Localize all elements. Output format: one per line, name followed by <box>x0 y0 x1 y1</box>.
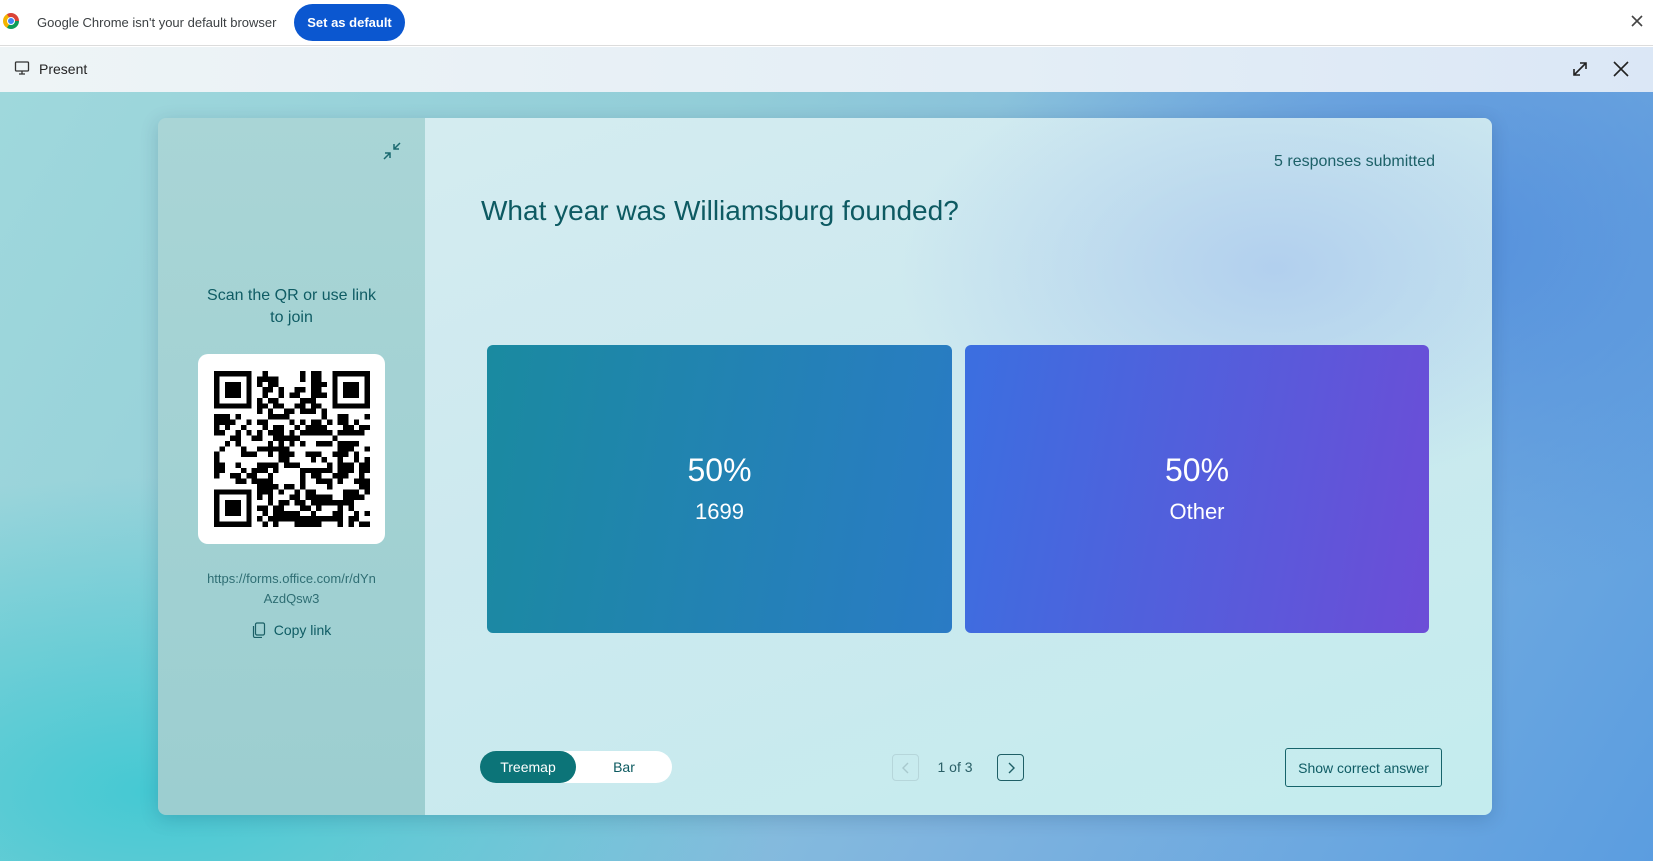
view-toggle: Treemap Bar <box>480 751 672 783</box>
scan-instructions: Scan the QR or use link to join <box>158 285 425 329</box>
copy-link-label: Copy link <box>273 622 332 638</box>
chrome-logo-icon <box>3 13 19 29</box>
results-card: Scan the QR or use link to join https://… <box>158 118 1492 815</box>
present-icon <box>14 60 30 76</box>
responses-count: 5 responses submitted <box>1274 153 1435 170</box>
present-label: Present <box>39 61 88 77</box>
scan-text-line1: Scan the QR or use link <box>207 287 376 304</box>
question-title: What year was Williamsburg founded? <box>481 195 959 226</box>
qr-modules <box>213 371 370 527</box>
copy-icon <box>252 622 266 639</box>
previous-page-button[interactable] <box>892 754 919 781</box>
qr-code <box>198 354 385 544</box>
page-indicator: 1 of 3 <box>937 759 973 775</box>
tile-percent: 50% <box>687 452 752 488</box>
infobar-close-icon[interactable] <box>1628 12 1646 30</box>
treemap-tile-other: 50% Other <box>965 345 1429 633</box>
close-present-icon[interactable] <box>1611 59 1631 79</box>
tile-label: Other <box>1169 499 1225 524</box>
chevron-left-icon <box>901 762 908 773</box>
join-panel: Scan the QR or use link to join https://… <box>158 118 425 815</box>
treemap-toggle-button[interactable]: Treemap <box>480 751 576 783</box>
tile-percent: 50% <box>1164 452 1230 488</box>
next-page-button[interactable] <box>997 754 1024 781</box>
join-link[interactable]: https://forms.office.com/r/dYn AzdQsw3 <box>188 569 395 609</box>
join-link-line2: AzdQsw3 <box>263 591 320 606</box>
treemap-tile-1699: 50% 1699 <box>487 345 952 633</box>
collapse-icon[interactable] <box>381 140 403 162</box>
join-link-line1: https://forms.office.com/r/dYn <box>207 571 376 586</box>
results-panel: 5 responses submitted What year was Will… <box>425 118 1492 815</box>
qr-code-image <box>213 371 370 527</box>
copy-link-button[interactable]: Copy link <box>158 622 425 639</box>
chevron-right-icon <box>1008 762 1015 773</box>
tile-label: 1699 <box>695 499 744 524</box>
set-as-default-button[interactable]: Set as default <box>294 4 405 41</box>
bar-toggle-button[interactable]: Bar <box>576 751 672 783</box>
scan-text-line2: to join <box>270 309 313 326</box>
default-browser-message: Google Chrome isn't your default browser <box>37 15 277 30</box>
show-correct-answer-button[interactable]: Show correct answer <box>1285 748 1442 787</box>
default-browser-infobar: Google Chrome isn't your default browser… <box>0 0 1653 46</box>
expand-icon[interactable] <box>1571 60 1589 78</box>
present-toolbar: Present <box>0 47 1653 92</box>
